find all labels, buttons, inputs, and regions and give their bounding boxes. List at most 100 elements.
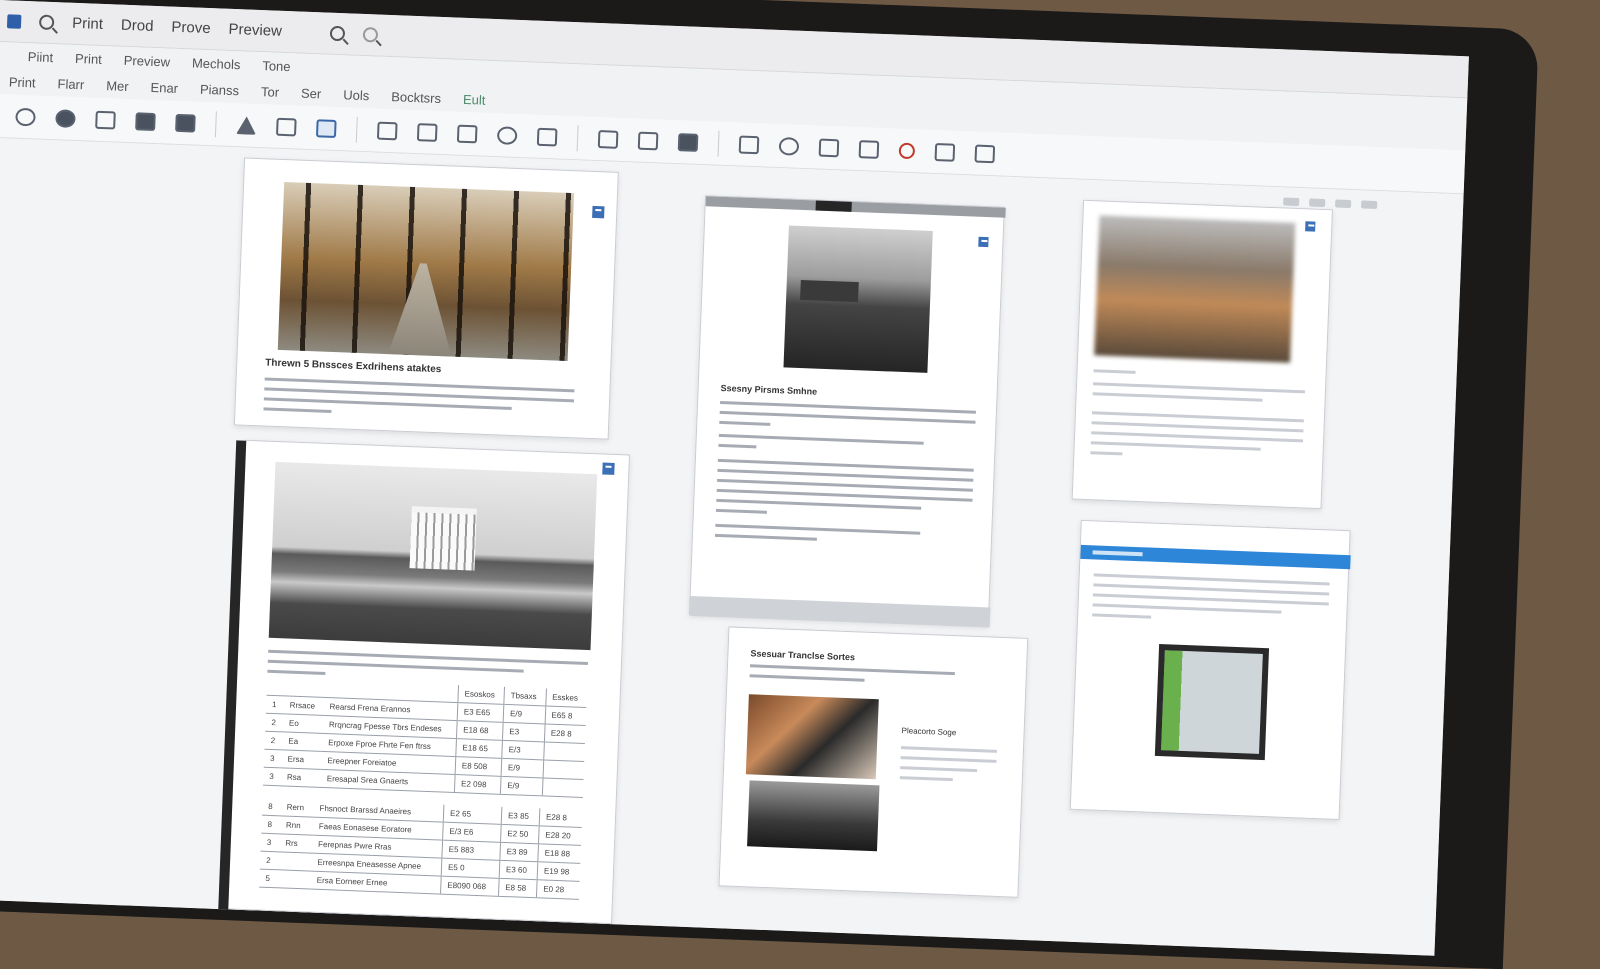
table-cell: Rrsace (283, 695, 324, 716)
preview-page-3[interactable]: Ssesny Pirsms Smhne (688, 195, 1006, 628)
pen-icon[interactable] (818, 138, 840, 157)
headset-icon[interactable] (15, 107, 36, 126)
menu-item[interactable]: Mechols (192, 55, 241, 72)
table-cell: 2 (265, 713, 284, 732)
page-photo-screen (1154, 643, 1270, 761)
page-heading: Ssesny Pirsms Smhne (720, 382, 818, 397)
grid-icon[interactable] (135, 111, 156, 131)
view-control[interactable] (1283, 197, 1300, 207)
table-cell: E18 88 (537, 843, 581, 864)
table-cell: E/3 E6 (442, 822, 502, 843)
toolbar-separator (576, 124, 579, 151)
app-icon (6, 13, 22, 29)
preview-workspace[interactable]: Threwn 5 Bnssces Exdrihens ataktes Esosk… (0, 137, 1464, 956)
document-icon[interactable] (276, 117, 297, 136)
menu-item[interactable]: Pianss (200, 81, 240, 97)
title-item[interactable]: Print (72, 15, 103, 33)
view-control[interactable] (1309, 198, 1326, 208)
layout-icon[interactable] (95, 110, 116, 130)
menu-item[interactable]: Tor (261, 84, 280, 100)
title-item[interactable]: Drod (121, 17, 154, 35)
search-tool-icon[interactable] (778, 136, 800, 156)
table-cell: E3 89 (499, 842, 539, 862)
table-cell: E5 0 (441, 858, 500, 879)
page-top-marker (815, 200, 852, 212)
preview-page-2[interactable]: Esoskos Tbsaxs Esskes 1 Rrsace Rearsd Fr… (218, 439, 631, 925)
find-icon[interactable] (362, 26, 379, 43)
page-setup-icon[interactable] (536, 127, 558, 146)
menu-item[interactable]: Enar (150, 79, 178, 95)
menu-item[interactable]: Preview (124, 52, 171, 69)
warning-icon[interactable] (236, 115, 257, 135)
tag-outline-icon[interactable] (416, 122, 438, 142)
table-cell: E2 65 (443, 804, 502, 825)
search-icon[interactable] (38, 14, 55, 31)
page-icon[interactable] (456, 124, 478, 143)
table-cell: 8 (261, 815, 281, 834)
table-cell (266, 677, 285, 696)
table-cell: 2 (264, 731, 283, 750)
table-cell: Ersa (281, 749, 322, 770)
sort-icon[interactable] (496, 125, 518, 145)
export-icon[interactable] (315, 118, 337, 138)
table-cell: Rnn (279, 815, 314, 836)
title-item[interactable]: Preview (228, 21, 282, 40)
page-select-icon[interactable] (592, 205, 605, 219)
data-table-2: 8 Rern Fhsnoct Brarssd Anaeires E2 65 E3… (259, 797, 583, 900)
table-cell (284, 678, 325, 698)
table-cell: 3 (263, 767, 282, 786)
page-body-text (749, 664, 1006, 694)
view-control[interactable] (1335, 199, 1352, 209)
record-icon[interactable] (898, 142, 916, 159)
preview-page-4[interactable]: Ssesuar Tranclse Sortes Pleacorto Soge (718, 626, 1029, 898)
page-heading: Threwn 5 Bnssces Exdrihens ataktes (265, 357, 442, 376)
folder-icon[interactable] (677, 132, 699, 152)
table-cell (541, 777, 584, 798)
table-cell: E18 68 (456, 720, 504, 741)
zoom-icon[interactable] (329, 25, 346, 42)
preview-page-6[interactable] (1069, 519, 1351, 821)
table-cell: E/9 (500, 776, 543, 796)
tag-icon[interactable] (55, 108, 76, 128)
table-cell: E18 65 (455, 738, 503, 759)
toolbar-separator (214, 110, 217, 137)
page-select-icon[interactable] (978, 236, 989, 248)
table-cell: Ersa Eorneer Ernee (310, 871, 442, 895)
table-cell: E0 28 (536, 879, 580, 900)
page-body-text (1090, 369, 1305, 469)
menu-item[interactable]: Uols (343, 87, 370, 103)
monitor-icon[interactable] (637, 131, 659, 150)
print-icon[interactable] (934, 142, 956, 162)
page-side-text (899, 746, 997, 790)
page-body-text (263, 377, 575, 429)
download-icon[interactable] (175, 113, 196, 133)
menu-item[interactable]: Flarr (57, 76, 84, 92)
menu-item[interactable]: Print (75, 50, 102, 66)
menu-item[interactable]: Piint (28, 49, 54, 65)
table-cell: Ea (281, 731, 323, 752)
table-cell (542, 759, 585, 780)
menu-item[interactable]: Eult (463, 91, 486, 107)
preview-page-5[interactable] (1071, 199, 1333, 510)
view-control[interactable] (1361, 200, 1378, 210)
page-select-icon[interactable] (1305, 221, 1316, 232)
table-cell: Rern (280, 798, 314, 818)
copy-icon[interactable] (376, 121, 398, 140)
save-icon[interactable] (974, 144, 996, 163)
note-icon[interactable] (858, 139, 880, 159)
table-cell: E8 508 (454, 756, 502, 777)
table-cell: E28 8 (539, 808, 583, 828)
table-cell: E28 20 (538, 825, 582, 846)
image-icon[interactable] (597, 129, 619, 149)
title-item[interactable]: Prove (171, 19, 211, 37)
menu-item[interactable]: Bocktsrs (391, 89, 441, 106)
page-photo-pavilion (268, 461, 598, 651)
menu-item[interactable]: Ser (301, 85, 322, 101)
menu-item[interactable]: Print (9, 74, 36, 90)
preview-page-1[interactable]: Threwn 5 Bnssces Exdrihens ataktes (233, 157, 619, 440)
file-icon[interactable] (738, 134, 760, 154)
table-cell: Rsa (280, 767, 322, 788)
menu-item[interactable]: Mer (106, 78, 129, 94)
page-select-icon[interactable] (602, 462, 615, 475)
menu-item[interactable]: Tone (262, 58, 291, 74)
